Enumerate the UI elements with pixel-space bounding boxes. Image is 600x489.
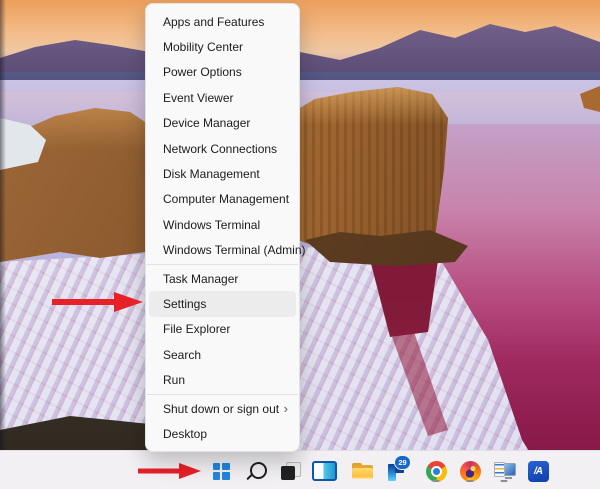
slash-a-app-icon: /A xyxy=(527,460,549,482)
folder-icon xyxy=(351,462,374,481)
search-button[interactable] xyxy=(244,458,270,484)
menu-item-shut-down-or-sign-out[interactable]: Shut down or sign out › xyxy=(149,396,296,421)
pinned-app-badge-button[interactable]: 29 xyxy=(383,455,411,484)
chevron-right-icon: › xyxy=(283,401,288,417)
flag-app-icon: 29 xyxy=(384,455,411,483)
menu-item-windows-terminal[interactable]: Windows Terminal xyxy=(149,212,296,237)
menu-item-task-manager[interactable]: Task Manager xyxy=(149,266,296,291)
running-indicator xyxy=(500,479,508,482)
slash-a-glyph: /A xyxy=(534,465,543,477)
menu-item-device-manager[interactable]: Device Manager xyxy=(149,111,296,136)
firefox-icon xyxy=(459,460,481,482)
menu-item-desktop[interactable]: Desktop xyxy=(149,421,296,446)
menu-item-label: Shut down or sign out xyxy=(163,401,280,416)
winx-context-menu: Apps and Features Mobility Center Power … xyxy=(145,3,305,452)
start-annotation-arrow xyxy=(138,462,202,480)
menu-item-apps-and-features[interactable]: Apps and Features xyxy=(149,9,296,34)
menu-item-event-viewer[interactable]: Event Viewer xyxy=(149,85,296,110)
menu-item-network-connections[interactable]: Network Connections xyxy=(149,136,296,161)
blue-app-button[interactable]: /A xyxy=(525,458,551,484)
menu-item-search[interactable]: Search xyxy=(149,342,296,367)
menu-item-run[interactable]: Run xyxy=(149,367,296,392)
menu-item-mobility-center[interactable]: Mobility Center xyxy=(149,34,296,59)
menu-item-settings[interactable]: Settings xyxy=(149,291,296,317)
notification-badge: 29 xyxy=(394,455,411,470)
widgets-icon xyxy=(311,461,337,481)
taskbar: 29 /A xyxy=(0,450,600,489)
system-config-button[interactable] xyxy=(491,458,517,484)
task-view-button[interactable] xyxy=(278,458,304,484)
windows-logo-icon xyxy=(212,462,230,480)
settings-annotation-arrow xyxy=(52,291,144,313)
menu-item-computer-management[interactable]: Computer Management xyxy=(149,187,296,212)
chrome-button[interactable] xyxy=(423,458,449,484)
search-icon xyxy=(250,461,267,479)
menu-separator xyxy=(147,393,298,395)
start-button[interactable] xyxy=(208,458,234,484)
widgets-button[interactable] xyxy=(311,458,337,484)
menu-item-disk-management[interactable]: Disk Management xyxy=(149,161,296,186)
system-utility-icon xyxy=(493,461,516,482)
menu-item-file-explorer[interactable]: File Explorer xyxy=(149,317,296,342)
chrome-icon xyxy=(425,460,447,482)
running-indicator xyxy=(466,479,474,482)
menu-item-windows-terminal-admin[interactable]: Windows Terminal (Admin) xyxy=(149,238,305,263)
desktop-screen: Apps and Features Mobility Center Power … xyxy=(0,0,600,489)
menu-item-power-options[interactable]: Power Options xyxy=(149,60,296,85)
firefox-button[interactable] xyxy=(457,458,483,484)
running-indicator xyxy=(432,479,440,482)
file-explorer-button[interactable] xyxy=(349,458,375,484)
menu-separator xyxy=(147,263,298,265)
task-view-icon xyxy=(280,461,302,481)
